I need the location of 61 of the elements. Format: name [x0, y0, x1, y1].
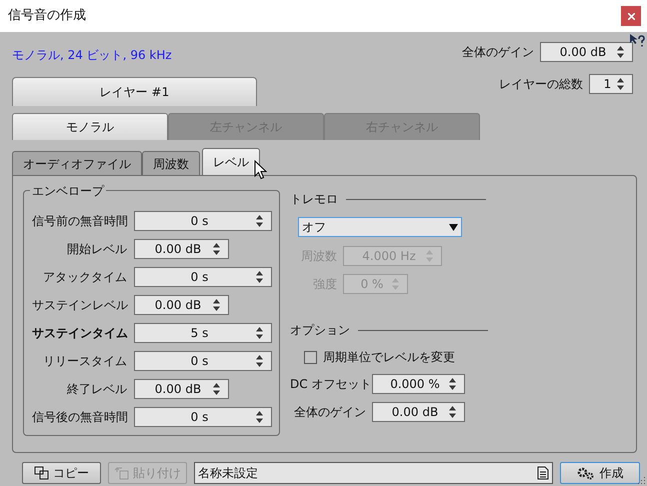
gears-icon	[576, 466, 594, 480]
spin-box[interactable]: 0.00 dB	[134, 239, 229, 259]
window-title: 信号音の作成	[8, 7, 86, 26]
group-title: オプション	[290, 322, 350, 339]
spin-arrows-icon[interactable]	[213, 383, 220, 395]
spin-box[interactable]: 0.00 dB	[540, 42, 633, 62]
spin-arrows-icon[interactable]	[449, 406, 456, 418]
copy-icon	[34, 466, 50, 480]
spin-arrows-icon[interactable]	[617, 78, 624, 90]
spin-arrows-icon[interactable]	[256, 327, 263, 339]
format-info: モノラル, 24 ビット, 96 kHz	[12, 47, 173, 64]
checkbox[interactable]	[304, 350, 317, 364]
field-label: 全体のゲイン	[293, 404, 366, 421]
document-icon	[537, 466, 549, 480]
close-button[interactable]	[621, 6, 641, 26]
field-label: DC オフセット	[290, 376, 366, 393]
close-icon	[628, 12, 634, 20]
name-field[interactable]: 名称未設定	[194, 462, 553, 484]
copy-button[interactable]: コピー	[22, 462, 101, 484]
spin-box[interactable]: 0.000 %	[372, 374, 465, 394]
dropdown-arrow-icon	[449, 224, 458, 230]
sub-tab[interactable]: 周波数	[142, 151, 200, 175]
spin-box[interactable]: 0 s	[134, 407, 272, 427]
spin-arrows-icon[interactable]	[617, 46, 624, 58]
sub-tab[interactable]: レベル	[202, 148, 260, 175]
paste-icon	[114, 466, 130, 480]
field-label: 開始レベル	[66, 241, 127, 258]
spin-arrows-icon[interactable]	[256, 215, 263, 227]
spin-arrows-icon[interactable]	[213, 299, 220, 311]
field-label: リリースタイム	[42, 353, 127, 370]
spin-arrows-icon[interactable]	[449, 378, 456, 390]
spin-box[interactable]: 0.00 dB	[134, 295, 229, 315]
field-label: レイヤーの総数	[499, 76, 583, 93]
channel-tab[interactable]: モノラル	[12, 113, 168, 140]
field-label: アタックタイム	[42, 269, 127, 286]
checkbox-label: 周期単位でレベルを変更	[323, 349, 455, 366]
mouse-pointer-icon	[254, 160, 267, 180]
field-label: 信号後の無音時間	[32, 409, 127, 426]
mode-dropdown[interactable]: オフ	[298, 217, 462, 237]
field-label: 信号前の無音時間	[32, 213, 127, 230]
spin-box[interactable]: 0 s	[134, 267, 272, 287]
spin-box[interactable]: 5 s	[134, 323, 272, 343]
create-button[interactable]: 作成	[560, 462, 640, 484]
field-label: サステインタイム	[32, 325, 127, 342]
spin-arrows-icon[interactable]	[256, 411, 263, 423]
spin-box[interactable]: 0.00 dB	[134, 379, 229, 399]
group-title: トレモロ	[290, 191, 338, 208]
spin-arrows-icon[interactable]	[213, 243, 220, 255]
sub-tab[interactable]: オーディオファイル	[12, 151, 142, 175]
spin-arrows-icon[interactable]	[256, 355, 263, 367]
field-label: 全体のゲイン	[462, 44, 534, 61]
field-label: サステインレベル	[32, 297, 127, 314]
spin-box[interactable]: 0 s	[134, 351, 272, 371]
spin-box[interactable]: 0 s	[134, 211, 272, 231]
spin-arrows-icon[interactable]	[256, 271, 263, 283]
help-cursor-icon[interactable]	[629, 33, 645, 49]
layer-tab[interactable]: レイヤー #1	[12, 77, 257, 106]
field-label: 終了レベル	[66, 381, 127, 398]
spin-box[interactable]: 0.00 dB	[372, 402, 465, 422]
spin-box[interactable]: 1	[589, 74, 633, 94]
resize-grip-icon[interactable]	[636, 475, 646, 485]
